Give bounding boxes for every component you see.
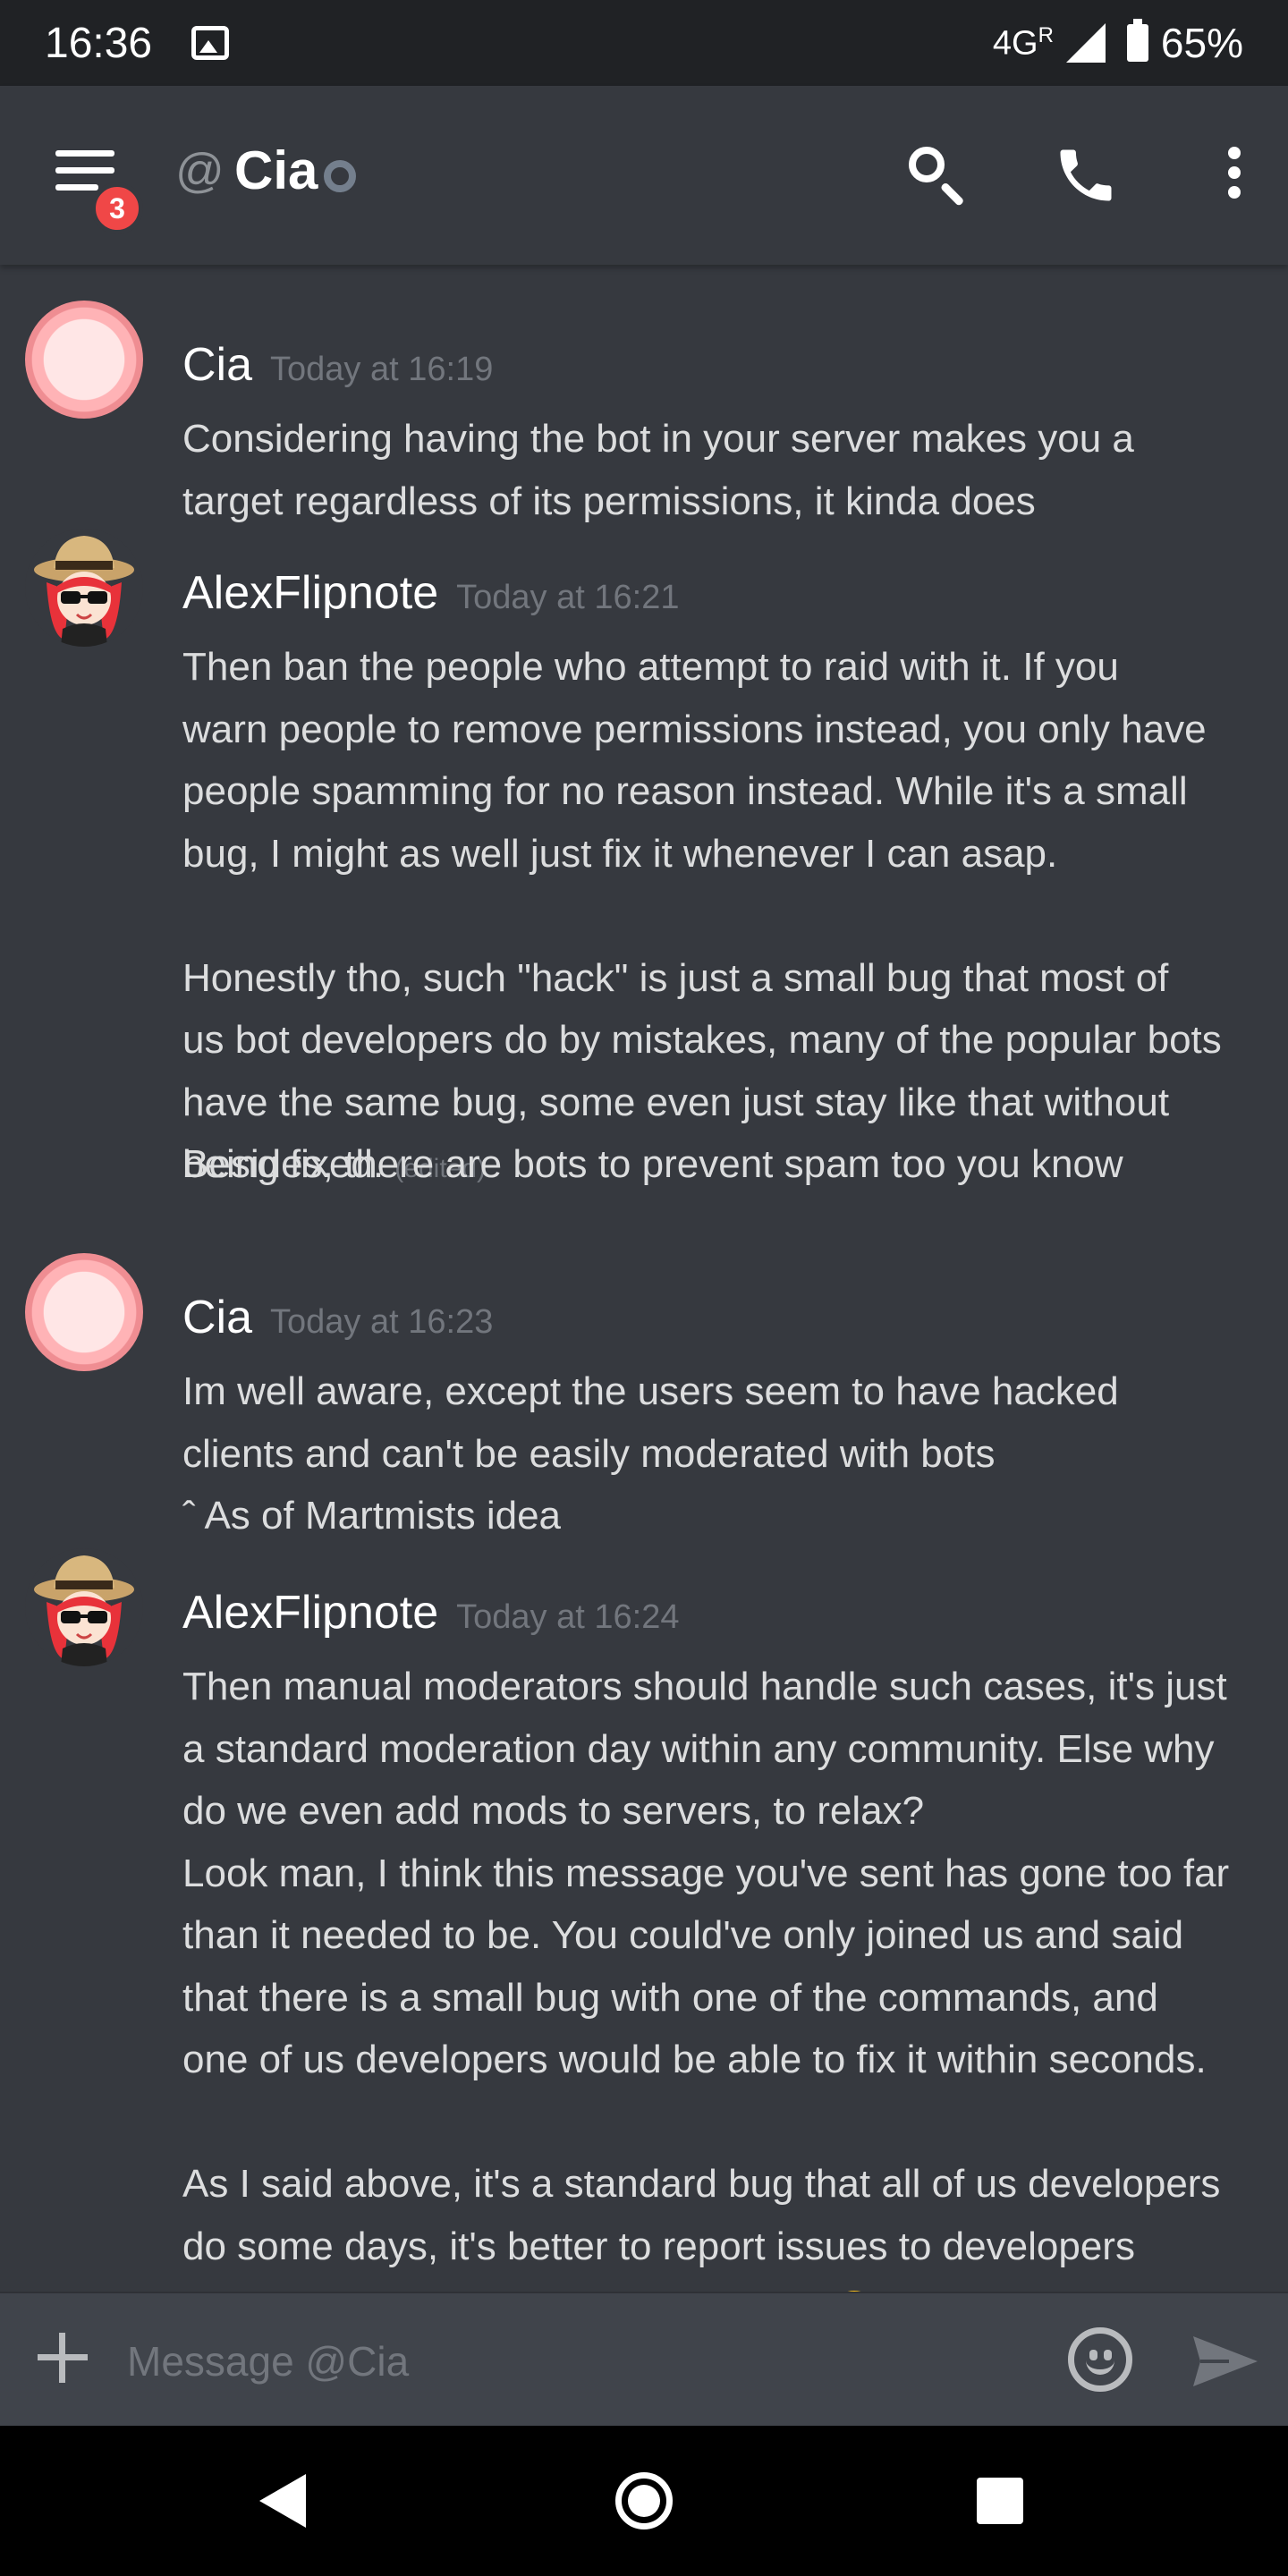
message-content: Considering having the bot in your serve…: [182, 417, 1134, 523]
battery-icon: [1126, 19, 1148, 62]
home-icon[interactable]: [615, 2472, 673, 2529]
image-notification-icon: [191, 26, 230, 60]
message-author-line: AlexFlipnote Today at 16:24: [182, 1586, 679, 1640]
dm-at-icon: @: [175, 144, 225, 198]
message-timestamp: Today at 16:19: [270, 351, 494, 388]
channel-title: Cia: [234, 140, 318, 200]
message-timestamp: Today at 16:21: [456, 579, 680, 616]
battery-percent: 65%: [1160, 20, 1243, 66]
search-icon[interactable]: [903, 141, 971, 209]
message-author-line: Cia Today at 16:19: [182, 338, 493, 392]
more-options-icon[interactable]: [1200, 141, 1268, 209]
avatar[interactable]: [25, 301, 143, 419]
emoji-picker-icon[interactable]: [1068, 2327, 1132, 2392]
author-name[interactable]: Cia: [182, 1292, 252, 1343]
add-attachment-icon[interactable]: [38, 2333, 88, 2383]
android-nav-bar: [0, 2426, 1288, 2576]
back-icon[interactable]: [259, 2474, 306, 2528]
message-timestamp: Today at 16:24: [456, 1598, 680, 1636]
status-time: 16:36: [45, 19, 153, 67]
author-name[interactable]: Cia: [182, 339, 252, 391]
unread-badge: 3: [91, 182, 143, 234]
signal-icon: [1065, 23, 1106, 63]
avatar[interactable]: [25, 1548, 143, 1666]
author-name[interactable]: AlexFlipnote: [182, 567, 438, 619]
message-content: Besides, there are bots to prevent spam …: [182, 1142, 1123, 1186]
avatar[interactable]: [25, 1253, 143, 1371]
message-content: Im well aware, except the users seem to …: [182, 1369, 1119, 1538]
message-content: Then manual moderators should handle suc…: [182, 1656, 1265, 2292]
avatar[interactable]: [25, 529, 143, 647]
message-timestamp: Today at 16:23: [270, 1303, 494, 1341]
message-content: Then ban the people who attempt to raid …: [182, 636, 1265, 1200]
message-text: Then ban the people who attempt to raid …: [182, 645, 1222, 1186]
recent-apps-icon[interactable]: [977, 2478, 1023, 2524]
status-bar: 16:36 4GR 65%: [0, 0, 1288, 86]
author-name[interactable]: AlexFlipnote: [182, 1587, 438, 1639]
message-composer: [0, 2292, 1288, 2426]
message-list[interactable]: Cia Today at 16:19 Considering having the…: [0, 265, 1288, 2292]
message-text: Then manual moderators should handle suc…: [182, 1665, 1230, 2292]
roaming-indicator: R: [1038, 22, 1054, 47]
message-author-line: Cia Today at 16:23: [182, 1291, 493, 1344]
send-icon[interactable]: [1190, 2333, 1261, 2390]
message-author-line: AlexFlipnote Today at 16:21: [182, 566, 679, 620]
status-right: 4GR 65%: [993, 19, 1243, 67]
network-type: 4GR: [992, 22, 1054, 63]
channel-header: 3 @ Cia: [0, 86, 1288, 265]
message-input[interactable]: [125, 2320, 1041, 2402]
phone-call-icon[interactable]: [1052, 141, 1120, 209]
offline-status-icon: [324, 160, 356, 192]
